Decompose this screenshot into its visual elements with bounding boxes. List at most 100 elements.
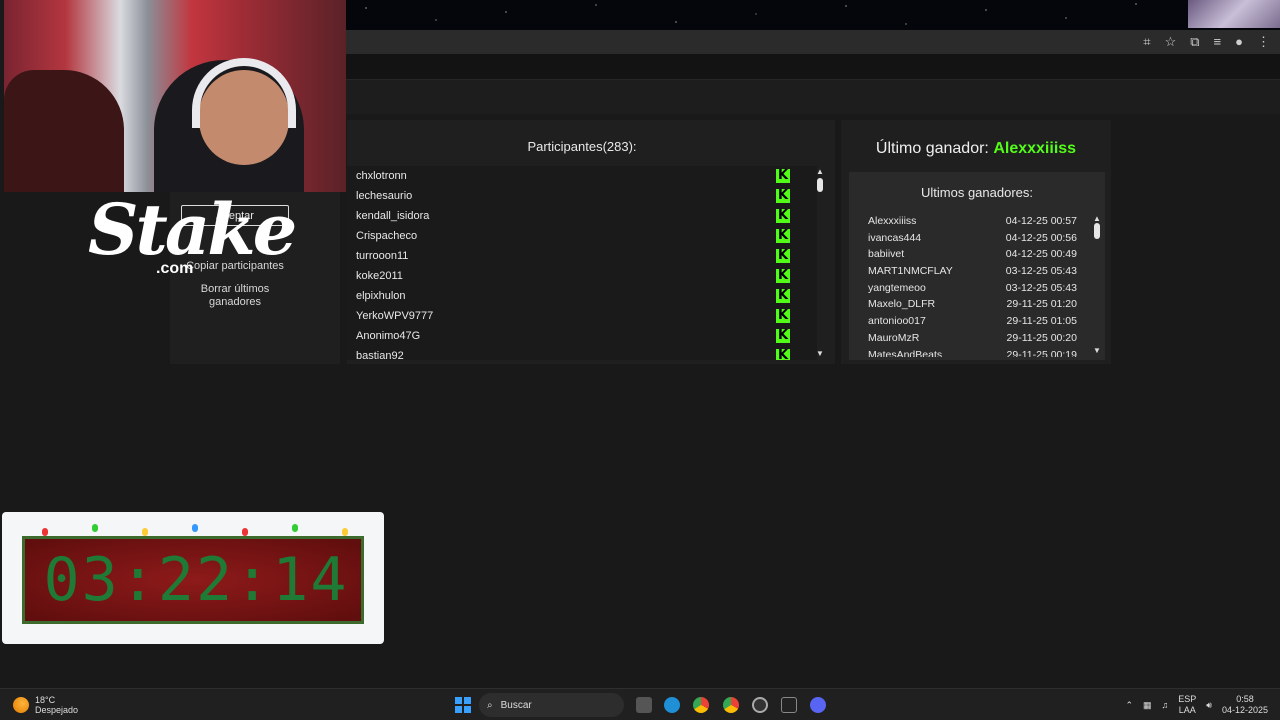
winner-row[interactable]: antonioo017 29-11-25 01:05 — [849, 313, 1089, 330]
winner-name: yangtemeoo — [868, 281, 926, 294]
scroll-down-icon[interactable]: ▼ — [1090, 347, 1104, 355]
participants-list[interactable]: chxlotronn Klechesaurio Kkendall_isidora K C… — [347, 166, 817, 360]
xmas-light — [92, 524, 98, 532]
kick-icon: K — [776, 188, 790, 203]
webcam-sofa — [4, 70, 124, 192]
winner-row[interactable]: MauroMzR 29-11-25 00:20 — [849, 330, 1089, 347]
xmas-light — [192, 524, 198, 532]
winner-name: antonioo017 — [868, 315, 926, 328]
scroll-thumb[interactable] — [1094, 223, 1100, 239]
kick-icon: K — [776, 349, 790, 360]
address-bar-icons: ⌗ ☆ ⧉ ≡ ● ⋮ — [1143, 34, 1270, 50]
winner-row[interactable]: Alexxxiiiss 04-12-25 00:57 — [849, 213, 1089, 230]
discord-icon[interactable] — [810, 697, 826, 713]
webcam-feed — [4, 0, 346, 192]
participant-row[interactable]: Crispacheco K — [347, 226, 817, 246]
winner-row[interactable]: ivancas444 04-12-25 00:56 — [849, 230, 1089, 247]
participant-name: chxlotronn — [356, 170, 407, 182]
winner-date: 04-12-25 00:57 — [1005, 215, 1077, 227]
participants-panel: Participantes(283): chxlotronn Klechesaur… — [347, 120, 835, 364]
last-winner-name: Alexxxiiiss — [993, 140, 1077, 157]
translate-icon[interactable]: ⌗ — [1143, 34, 1150, 50]
winners-scrollbar[interactable]: ▲ ▼ — [1090, 213, 1104, 357]
profile-icon[interactable]: ● — [1235, 34, 1243, 50]
participant-name: kendall_isidora — [356, 210, 430, 222]
sun-icon — [13, 697, 29, 713]
winner-date: 03-12-25 05:43 — [1005, 265, 1077, 278]
participant-row[interactable]: turrooon11 K — [347, 246, 817, 266]
winner-name: ivancas444 — [868, 231, 922, 244]
winner-date: 04-12-25 00:56 — [1005, 231, 1077, 244]
participant-row[interactable]: koke2011 K — [347, 266, 817, 286]
winner-row[interactable]: babiivet 04-12-25 00:49 — [849, 246, 1089, 263]
participant-name: bastian92 — [356, 350, 404, 360]
winners-list[interactable]: Alexxxiiiss 04-12-25 00:57 ivancas444 04-12… — [849, 213, 1089, 357]
kick-icon: K — [776, 228, 790, 243]
xmas-light — [42, 528, 48, 536]
edge-icon[interactable] — [664, 697, 680, 713]
clock-time: 0:58 — [1236, 694, 1254, 704]
winner-name: MatesAndBeats — [868, 348, 943, 358]
participant-row[interactable]: elpixhulon K — [347, 286, 817, 306]
extensions-icon[interactable]: ⧉ — [1190, 34, 1199, 50]
obs-icon[interactable] — [752, 697, 768, 713]
epic-games-icon[interactable] — [781, 697, 797, 713]
winner-date: 04-12-25 00:49 — [1005, 248, 1077, 261]
kick-icon: K — [776, 308, 790, 323]
participant-row[interactable]: Anonimo47G K — [347, 326, 817, 346]
participants-scrollbar[interactable]: ▲ ▼ — [813, 166, 827, 360]
participant-name: koke2011 — [356, 270, 403, 282]
participant-row[interactable]: lechesaurio K — [347, 186, 817, 206]
winner-name: Maxelo_DLFR — [868, 298, 936, 311]
chrome-icon[interactable] — [693, 697, 709, 713]
search-placeholder: Buscar — [500, 699, 532, 711]
weather-widget[interactable]: 18°C Despejado — [13, 695, 78, 715]
winner-date: 29-11-25 00:20 — [1006, 331, 1077, 344]
participant-row[interactable]: YerkoWPV9777 K — [347, 306, 817, 326]
winner-row[interactable]: MatesAndBeats 29-11-25 00:19 — [849, 347, 1089, 358]
winner-date: 29-11-25 01:05 — [1006, 315, 1077, 328]
participant-row[interactable]: bastian92 K — [347, 346, 817, 360]
clear-winners-button[interactable]: Borrar últimos ganadores — [180, 283, 290, 309]
winner-date: 29-11-25 01:20 — [1006, 298, 1077, 311]
winner-name: MART1NMCFLAY — [868, 265, 953, 278]
browser-address-bar[interactable]: ⌗ ☆ ⧉ ≡ ● ⋮ — [346, 30, 1280, 54]
scroll-down-icon[interactable]: ▼ — [813, 350, 827, 358]
windows-start-icon[interactable] — [455, 697, 471, 713]
bookmarks-bar — [346, 54, 1280, 80]
task-view-icon[interactable] — [636, 697, 652, 713]
weather-condition: Despejado — [35, 705, 79, 715]
winner-name: MauroMzR — [868, 331, 920, 344]
winner-date: 29-11-25 00:19 — [1006, 348, 1077, 358]
kick-icon: K — [776, 268, 790, 283]
language-indicator[interactable]: ESP LAA — [1178, 694, 1196, 716]
winner-row[interactable]: yangtemeoo 03-12-25 05:43 — [849, 280, 1089, 297]
chevron-up-icon[interactable]: ⌃ — [1125, 700, 1133, 711]
participant-name: YerkoWPV9777 — [356, 310, 434, 322]
participant-name: Crispacheco — [356, 230, 418, 242]
participant-row[interactable]: chxlotronn K — [347, 166, 817, 186]
winner-row[interactable]: Maxelo_DLFR 29-11-25 01:20 — [849, 296, 1089, 313]
winner-name: Alexxxiiiss — [868, 215, 917, 227]
winners-title: Ultimos ganadores: — [921, 185, 1033, 200]
taskbar-search[interactable]: ⌕ Buscar — [479, 693, 624, 717]
participant-row[interactable]: kendall_isidora K — [347, 206, 817, 226]
star-icon[interactable]: ☆ — [1165, 34, 1177, 50]
kick-icon: K — [776, 168, 790, 183]
scroll-thumb[interactable] — [817, 178, 823, 192]
winners-panel: Último ganador: Alexxxiiiss Ultimos gana… — [841, 120, 1111, 364]
chrome-icon[interactable] — [723, 697, 739, 713]
mic-icon[interactable]: ♫ — [1162, 700, 1169, 710]
scroll-up-icon[interactable]: ▲ — [813, 168, 827, 176]
menu-icon[interactable]: ⋮ — [1257, 34, 1270, 50]
network-icon[interactable]: ▦ — [1143, 700, 1152, 711]
kick-icon: K — [776, 248, 790, 263]
winner-row[interactable]: MART1NMCFLAY 03-12-25 05:43 — [849, 263, 1089, 280]
screen: ⌗ ☆ ⧉ ≡ ● ⋮ Aceptar Copiar participantes… — [0, 0, 1280, 720]
media-icon[interactable]: ≡ — [1214, 34, 1222, 50]
scroll-up-icon[interactable]: ▲ — [1090, 215, 1104, 223]
volume-icon[interactable]: 🔊︎ — [1206, 700, 1212, 711]
taskbar-clock[interactable]: 0:58 04-12-2025 — [1222, 694, 1268, 716]
timer-digits: 03:22:14 — [43, 545, 349, 615]
kick-icon: K — [776, 328, 790, 343]
